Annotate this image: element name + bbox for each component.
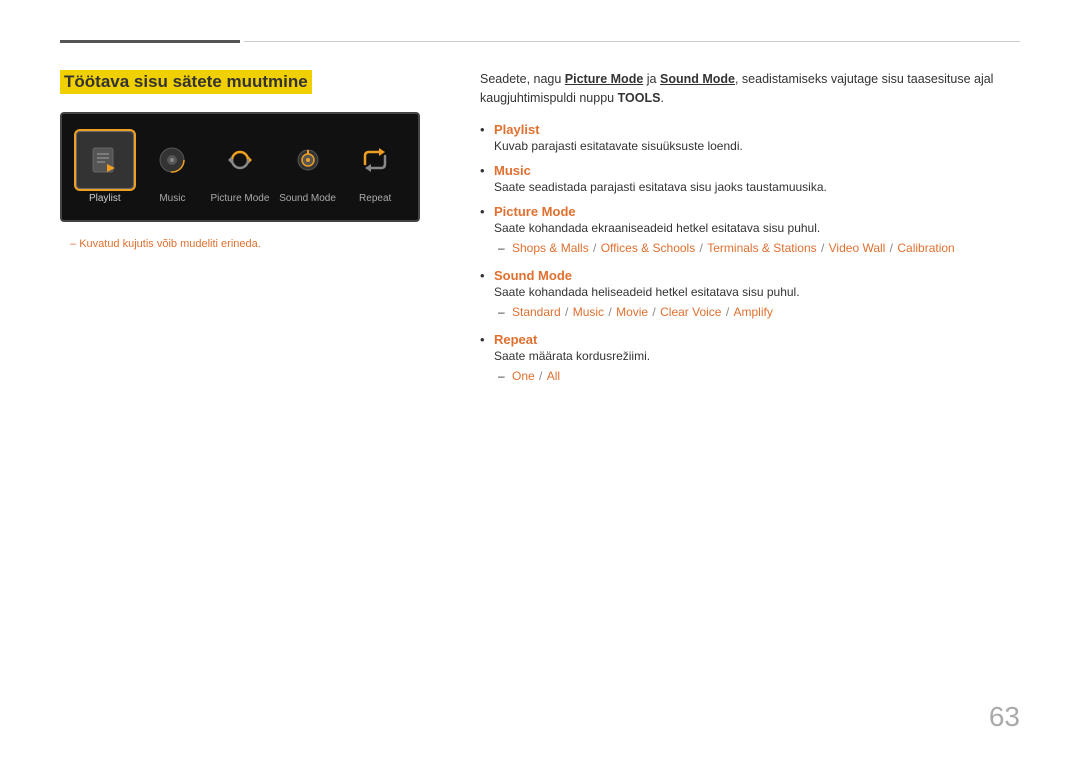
tools-ref: TOOLS	[618, 91, 661, 105]
panel-label-picture-mode: Picture Mode	[211, 193, 270, 204]
panel-label-repeat: Repeat	[359, 193, 391, 204]
sound-mode-ref: Sound Mode	[660, 72, 735, 86]
playlist-icon	[89, 144, 121, 176]
panel-item-music[interactable]: Music	[142, 131, 204, 204]
panel-item-playlist[interactable]: Playlist	[74, 131, 136, 204]
panel-label-playlist: Playlist	[89, 193, 121, 204]
top-line-light	[244, 41, 1020, 42]
list-item-playlist: Playlist Kuvab parajasti esitatavate sis…	[480, 122, 1020, 153]
top-line-dark	[60, 40, 240, 43]
picture-mode-sub: Shops & Malls / Offices & Schools / Term…	[494, 239, 1020, 258]
ui-panel: Playlist Music	[60, 112, 420, 222]
right-column: Seadete, nagu Picture Mode ja Sound Mode…	[480, 70, 1020, 396]
left-column: Töötava sisu sätete muutmine Play	[60, 70, 440, 250]
music-icon	[156, 144, 188, 176]
panel-label-music: Music	[159, 193, 185, 204]
panel-label-sound-mode: Sound Mode	[279, 193, 336, 204]
music-icon-box	[143, 131, 201, 189]
repeat-icon-box	[346, 131, 404, 189]
sound-mode-desc: Saate kohandada heliseadeid hetkel esita…	[494, 285, 1020, 299]
offices-schools: Offices & Schools	[601, 241, 696, 255]
repeat-desc: Saate määrata kordusrežiimi.	[494, 349, 1020, 363]
intro-text: Seadete, nagu Picture Mode ja Sound Mode…	[480, 70, 1020, 108]
sound-mode-sub: Standard / Music / Movie / Clear Voice /…	[494, 303, 1020, 322]
amplify: Amplify	[734, 305, 773, 319]
playlist-title: Playlist	[494, 122, 1020, 137]
sound-mode-title: Sound Mode	[494, 268, 1020, 283]
panel-item-sound-mode[interactable]: Sound Mode	[277, 131, 339, 204]
repeat-sub: One / All	[494, 367, 1020, 386]
video-wall: Video Wall	[829, 241, 886, 255]
picture-mode-icon-box	[211, 131, 269, 189]
movie: Movie	[616, 305, 648, 319]
repeat-title: Repeat	[494, 332, 1020, 347]
list-item-sound-mode: Sound Mode Saate kohandada heliseadeid h…	[480, 268, 1020, 322]
music-title: Music	[494, 163, 1020, 178]
footnote-text: Kuvatud kujutis võib mudeliti erineda.	[60, 238, 440, 250]
music-option: Music	[573, 305, 604, 319]
playlist-icon-box	[76, 131, 134, 189]
sound-mode-icon-box	[279, 131, 337, 189]
picture-mode-icon	[224, 144, 256, 176]
one: One	[512, 369, 535, 383]
repeat-options: One / All	[494, 367, 1020, 386]
calibration: Calibration	[897, 241, 954, 255]
clear-voice: Clear Voice	[660, 305, 721, 319]
picture-mode-desc: Saate kohandada ekraaniseadeid hetkel es…	[494, 221, 1020, 235]
repeat-icon	[359, 144, 391, 176]
bullet-list: Playlist Kuvab parajasti esitatavate sis…	[480, 122, 1020, 387]
section-title: Töötava sisu sätete muutmine	[60, 70, 312, 94]
standard: Standard	[512, 305, 561, 319]
panel-item-repeat[interactable]: Repeat	[344, 131, 406, 204]
sound-mode-icon	[292, 144, 324, 176]
sound-mode-options: Standard / Music / Movie / Clear Voice /…	[494, 303, 1020, 322]
list-item-picture-mode: Picture Mode Saate kohandada ekraanisead…	[480, 204, 1020, 258]
music-desc: Saate seadistada parajasti esitatava sis…	[494, 180, 1020, 194]
top-decorative-lines	[60, 40, 1020, 43]
picture-mode-ref: Picture Mode	[565, 72, 644, 86]
all: All	[547, 369, 560, 383]
panel-item-picture-mode[interactable]: Picture Mode	[209, 131, 271, 204]
page-container: Töötava sisu sätete muutmine Play	[0, 0, 1080, 763]
list-item-music: Music Saate seadistada parajasti esitata…	[480, 163, 1020, 194]
picture-mode-title: Picture Mode	[494, 204, 1020, 219]
terminals-stations: Terminals & Stations	[707, 241, 816, 255]
list-item-repeat: Repeat Saate määrata kordusrežiimi. One …	[480, 332, 1020, 386]
page-number: 63	[989, 701, 1020, 733]
picture-mode-options: Shops & Malls / Offices & Schools / Term…	[494, 239, 1020, 258]
playlist-desc: Kuvab parajasti esitatavate sisuüksuste …	[494, 139, 1020, 153]
shops-malls: Shops & Malls	[512, 241, 589, 255]
